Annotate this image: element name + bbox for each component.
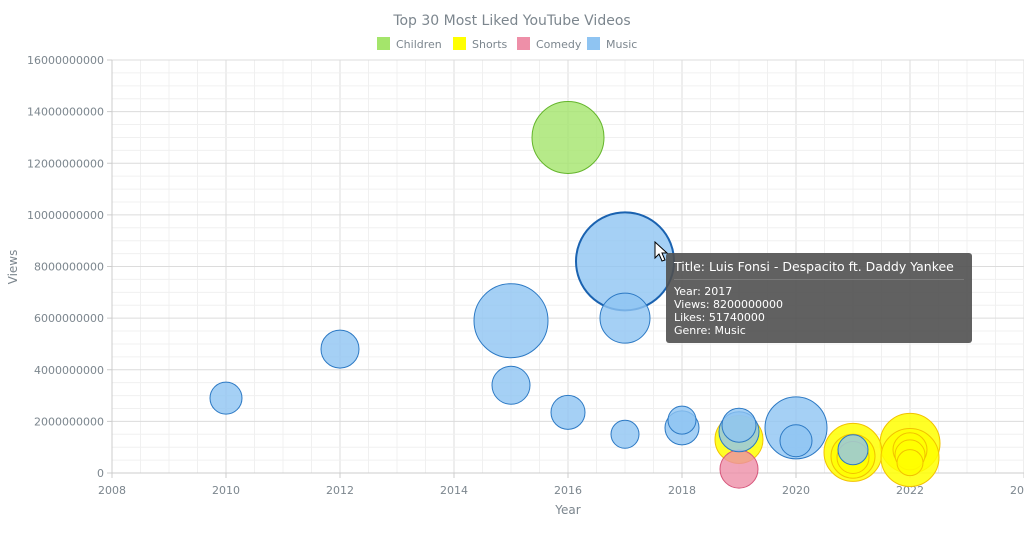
tooltip: Title: Luis Fonsi - Despacito ft. Daddy … [666,253,972,343]
x-tick-label: 2016 [554,484,582,497]
bubble-music[interactable] [491,365,531,405]
bubble-music[interactable] [550,394,586,430]
tooltip-title: Title: Luis Fonsi - Despacito ft. Daddy … [674,257,964,280]
tooltip-year: Year: 2017 [674,285,733,298]
legend-label-children[interactable]: Children [396,38,442,51]
legend-label-shorts[interactable]: Shorts [472,38,508,51]
x-tick-label: 2012 [326,484,354,497]
y-tick-label: 12000000000 [27,157,104,170]
bubble-music[interactable] [610,419,640,449]
x-tick-label: 2018 [668,484,696,497]
y-tick-label: 0 [97,467,104,480]
tooltip-likes: Likes: 51740000 [674,311,765,324]
bubble-shorts[interactable] [896,449,924,477]
bubble-music[interactable] [837,434,869,466]
x-tick-label: 2014 [440,484,468,497]
y-tick-label: 6000000000 [34,312,104,325]
tooltip-views: Views: 8200000000 [674,298,784,311]
legend-swatch-comedy[interactable] [517,37,530,50]
bubble-music[interactable] [599,292,651,344]
legend-swatch-children[interactable] [377,37,390,50]
y-tick-label: 8000000000 [34,261,104,274]
tooltip-genre: Genre: Music [674,324,746,337]
bubble-music[interactable] [473,283,549,359]
y-tick-label: 4000000000 [34,364,104,377]
legend-swatch-shorts[interactable] [453,37,466,50]
bubble-music[interactable] [667,405,697,435]
y-tick-label: 2000000000 [34,415,104,428]
y-tick-label: 10000000000 [27,209,104,222]
bubble-music[interactable] [779,424,813,458]
bubble-music[interactable] [209,381,243,415]
x-axis-title: Year [554,503,580,517]
y-tick-label: 14000000000 [27,106,104,119]
x-tick-label: 2010 [212,484,240,497]
y-axis-title: Views [6,250,20,285]
chart-title: Top 30 Most Liked YouTube Videos [392,13,630,29]
legend-label-comedy[interactable]: Comedy [536,38,582,51]
bubble-music[interactable] [320,329,360,369]
x-tick-label: 2024 [1010,484,1024,497]
y-tick-label: 16000000000 [27,54,104,67]
x-tick-label: 2020 [782,484,810,497]
mouse-cursor-icon [654,241,669,262]
legend: Children Shorts Comedy Music [377,37,637,51]
legend-swatch-music[interactable] [587,37,600,50]
bubble-children[interactable] [531,100,605,174]
legend-label-music[interactable]: Music [606,38,637,51]
x-tick-label: 2008 [98,484,126,497]
bubble-music[interactable] [721,407,757,443]
bubble-comedy[interactable] [719,449,759,489]
